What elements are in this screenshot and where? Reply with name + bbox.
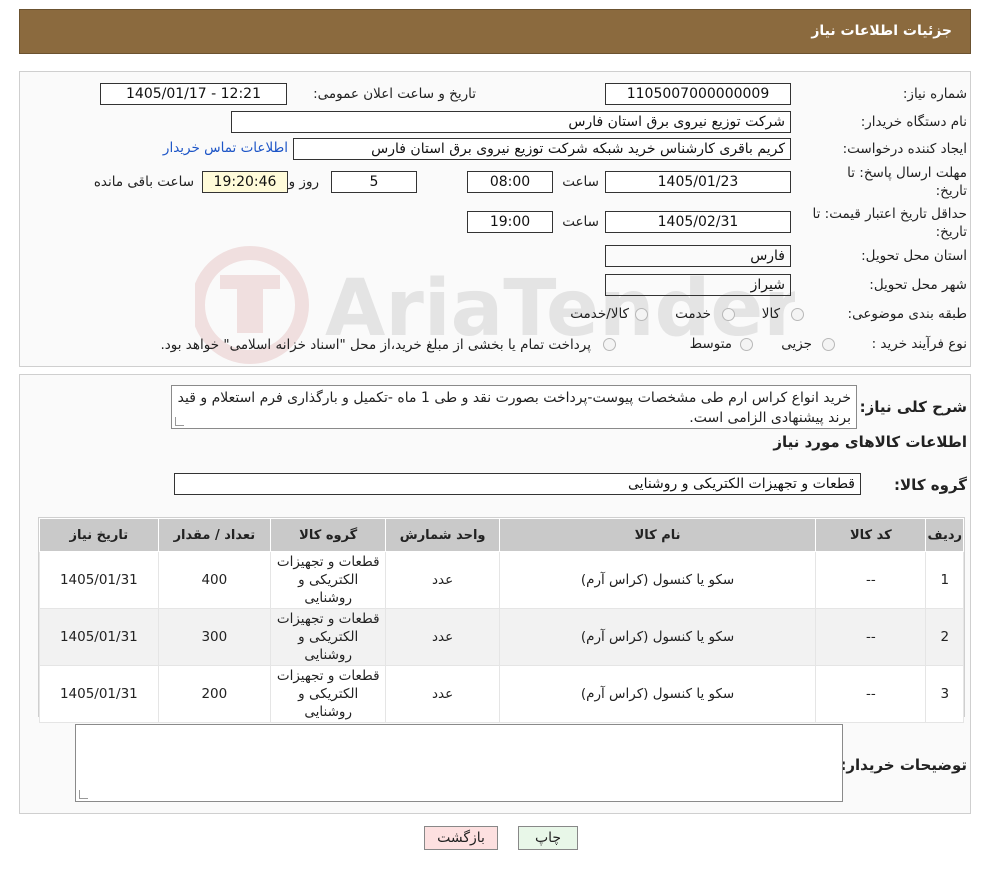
col-qty: تعداد / مقدار [157, 518, 272, 552]
print-button[interactable]: چاپ [518, 826, 578, 850]
category-goods-radio[interactable] [791, 308, 804, 321]
row-group-line: روشنایی [304, 647, 352, 663]
row-group: قطعات و تجهیزات الکتریکی و روشنایی [269, 551, 387, 609]
col-name: نام کالا [498, 518, 817, 552]
back-button[interactable]: بازگشت [424, 826, 498, 850]
process-minor-radio[interactable] [822, 338, 835, 351]
process-treasury-radio[interactable] [603, 338, 616, 351]
city-field: شیراز [605, 274, 791, 296]
buyer-notes-field[interactable] [75, 724, 843, 802]
process-medium-label: متوسط [689, 336, 732, 352]
process-label: نوع فرآیند خرید : [871, 336, 967, 352]
validity-date-field: 1405/02/31 [605, 211, 791, 233]
col-index: ردیف [925, 518, 964, 552]
remaining-time-field: 19:20:46 [202, 171, 288, 193]
deadline-label: مهلت ارسال پاسخ: تا [847, 165, 967, 181]
row-name: سکو یا کنسول (کراس آرم) [498, 551, 817, 609]
process-note: پرداخت تمام یا بخشی از مبلغ خرید،از محل … [160, 337, 591, 353]
row-date: 1405/01/31 [39, 551, 159, 609]
row-name: سکو یا کنسول (کراس آرم) [498, 665, 817, 723]
buyer-contact-link[interactable]: اطلاعات تماس خریدار [163, 140, 288, 156]
buyer-org-field: شرکت توزیع نیروی برق استان فارس [231, 111, 791, 133]
goods-group-label: گروه کالا: [894, 476, 967, 494]
description-label: شرح کلی نیاز: [859, 398, 967, 416]
row-name: سکو یا کنسول (کراس آرم) [498, 608, 817, 666]
row-date: 1405/01/31 [39, 665, 159, 723]
days-remaining-field: 5 [331, 171, 417, 193]
buyer-notes-label: توضیحات خریدار: [840, 756, 967, 774]
items-table-header: ردیف کد کالا نام کالا واحد شمارش گروه کا… [39, 518, 964, 552]
goods-section-title: اطلاعات کالاهای مورد نیاز [773, 433, 967, 451]
description-text: خرید انواع کراس ارم طی مشخصات پیوست-پردا… [177, 390, 851, 426]
row-date: 1405/01/31 [39, 608, 159, 666]
province-label: استان محل تحویل: [861, 248, 967, 264]
row-group-line: الکتریکی و [298, 629, 359, 645]
row-unit: عدد [385, 608, 500, 666]
page-title: جزئیات اطلاعات نیاز [811, 23, 952, 39]
row-code: -- [815, 665, 927, 723]
page-header: جزئیات اطلاعات نیاز [19, 9, 971, 54]
row-qty: 200 [157, 665, 272, 723]
city-label: شهر محل تحویل: [869, 277, 967, 293]
days-label: روز و [288, 174, 319, 190]
table-row: 3 -- سکو یا کنسول (کراس آرم) عدد قطعات و… [39, 665, 964, 723]
table-row: 1 -- سکو یا کنسول (کراس آرم) عدد قطعات و… [39, 551, 964, 609]
col-code: کد کالا [815, 518, 927, 552]
need-number-label: شماره نیاز: [902, 86, 967, 102]
items-table: ردیف کد کالا نام کالا واحد شمارش گروه کا… [39, 518, 964, 723]
validity-label: حداقل تاریخ اعتبار قیمت: تا [812, 206, 967, 222]
process-medium-radio[interactable] [740, 338, 753, 351]
province-field: فارس [605, 245, 791, 267]
row-unit: عدد [385, 665, 500, 723]
need-number-field: 1105007000000009 [605, 83, 791, 105]
row-group-line: قطعات و تجهیزات [276, 554, 380, 570]
announce-field: 1405/01/17 - 12:21 [100, 83, 287, 105]
validity-label-date: تاریخ: [935, 224, 967, 240]
deadline-date-field: 1405/01/23 [605, 171, 791, 193]
row-code: -- [815, 551, 927, 609]
description-field: خرید انواع کراس ارم طی مشخصات پیوست-پردا… [171, 385, 857, 429]
row-index: 3 [925, 665, 964, 723]
category-goods-label: کالا [761, 306, 780, 322]
creator-field: کریم باقری کارشناس خرید شبکه شرکت توزیع … [293, 138, 791, 160]
row-index: 2 [925, 608, 964, 666]
validity-time-label: ساعت [562, 214, 599, 230]
row-code: -- [815, 608, 927, 666]
process-minor-label: جزیی [781, 336, 812, 352]
row-group-line: الکتریکی و [298, 572, 359, 588]
row-group: قطعات و تجهیزات الکتریکی و روشنایی [269, 665, 387, 723]
category-label: طبقه بندی موضوعی: [847, 306, 967, 322]
goods-group-field: قطعات و تجهیزات الکتریکی و روشنایی [174, 473, 861, 495]
row-group: قطعات و تجهیزات الکتریکی و روشنایی [269, 608, 387, 666]
col-unit: واحد شمارش [385, 518, 500, 552]
validity-time-field: 19:00 [467, 211, 553, 233]
row-qty: 300 [157, 608, 272, 666]
category-service-radio[interactable] [722, 308, 735, 321]
col-group: گروه کالا [269, 518, 387, 552]
category-both-label: کالا/خدمت [570, 306, 629, 322]
deadline-time-field: 08:00 [467, 171, 553, 193]
row-group-line: روشنایی [304, 704, 352, 720]
row-group-line: قطعات و تجهیزات [276, 668, 380, 684]
description-resize-handle[interactable] [175, 417, 184, 426]
row-qty: 400 [157, 551, 272, 609]
table-row: 2 -- سکو یا کنسول (کراس آرم) عدد قطعات و… [39, 608, 964, 666]
deadline-label-date: تاریخ: [935, 183, 967, 199]
items-table-wrap: ردیف کد کالا نام کالا واحد شمارش گروه کا… [38, 517, 965, 723]
buyer-notes-resize-handle[interactable] [79, 790, 88, 799]
creator-label: ایجاد کننده درخواست: [842, 141, 967, 157]
deadline-time-label: ساعت [562, 174, 599, 190]
row-index: 1 [925, 551, 964, 609]
row-group-line: الکتریکی و [298, 686, 359, 702]
row-unit: عدد [385, 551, 500, 609]
category-both-radio[interactable] [635, 308, 648, 321]
announce-label: تاریخ و ساعت اعلان عمومی: [313, 86, 476, 102]
remaining-label: ساعت باقی مانده [93, 174, 194, 190]
col-date: تاریخ نیاز [39, 518, 159, 552]
buyer-org-label: نام دستگاه خریدار: [860, 114, 967, 130]
row-group-line: قطعات و تجهیزات [276, 611, 380, 627]
category-service-label: خدمت [675, 306, 711, 322]
row-group-line: روشنایی [304, 590, 352, 606]
